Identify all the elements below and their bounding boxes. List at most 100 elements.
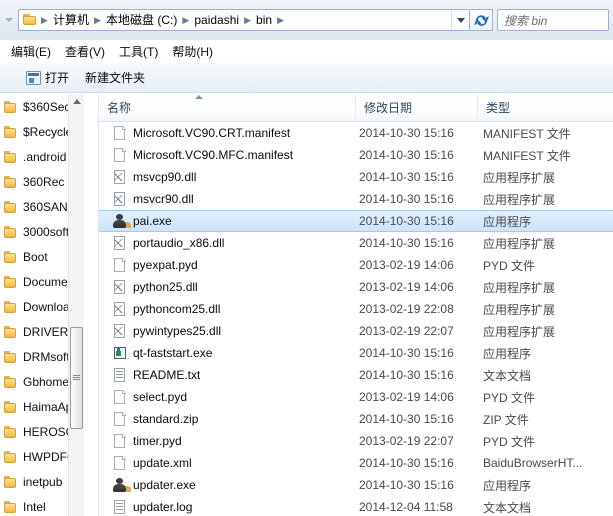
file-name-cell: pywintypes25.dll xyxy=(99,323,355,339)
file-date-cell: 2014-10-30 15:16 xyxy=(359,192,454,206)
exe-user-file-icon xyxy=(112,213,128,229)
file-row[interactable]: msvcr90.dll 2014-10-30 15:16 应用程序扩展 xyxy=(99,188,613,210)
folder-icon xyxy=(3,325,19,339)
file-date-cell: 2014-10-30 15:16 xyxy=(359,368,454,382)
dll-file-icon xyxy=(112,301,128,317)
breadcrumb-item-paidashi[interactable]: paidashi xyxy=(191,10,242,30)
menu-item-view[interactable]: 查看(V) xyxy=(59,41,113,62)
sidebar-scrollbar-thumb[interactable] xyxy=(70,327,83,429)
file-date-cell: 2014-10-30 15:16 xyxy=(359,236,454,250)
new-folder-button[interactable]: 新建文件夹 xyxy=(77,67,153,89)
folder-icon xyxy=(3,225,19,239)
file-row[interactable]: pyexpat.pyd 2013-02-19 14:06 PYD 文件 xyxy=(99,254,613,276)
dll-file-icon xyxy=(112,169,128,185)
folder-icon xyxy=(3,250,19,264)
folder-icon xyxy=(3,500,19,514)
breadcrumb: ▶ 计算机 ▶ 本地磁盘 (C:) ▶ paidashi ▶ bin ▶ xyxy=(19,10,451,30)
address-dropdown-button[interactable] xyxy=(451,10,469,30)
file-name-cell: updater.log xyxy=(99,499,355,515)
file-row[interactable]: pai.exe 2014-10-30 15:16 应用程序 xyxy=(99,210,613,232)
file-row[interactable]: updater.log 2014-12-04 11:58 文本文档 xyxy=(99,496,613,516)
file-row[interactable]: Microsoft.VC90.CRT.manifest 2014-10-30 15… xyxy=(99,122,613,144)
breadcrumb-separator: ▶ xyxy=(94,15,101,25)
file-date-cell: 2014-10-30 15:16 xyxy=(359,412,454,426)
breadcrumb-item-local-disk[interactable]: 本地磁盘 (C:) xyxy=(103,10,180,30)
open-button[interactable]: 打开 xyxy=(18,67,77,89)
folder-icon xyxy=(22,13,38,27)
column-header-name[interactable]: 名称 xyxy=(99,94,355,121)
sidebar-item-label: Intel xyxy=(23,499,46,514)
exe-user-file-icon xyxy=(112,477,128,493)
file-name-label: updater.exe xyxy=(133,478,196,492)
address-bar: ▶ 计算机 ▶ 本地磁盘 (C:) ▶ paidashi ▶ bin ▶ 搜索 … xyxy=(0,0,613,40)
doc-file-icon xyxy=(112,433,128,449)
file-date-cell: 2014-10-30 15:16 xyxy=(359,214,454,228)
sidebar-item-label: 360Rec xyxy=(23,174,65,189)
dll-file-icon xyxy=(112,279,128,295)
breadcrumb-item-bin[interactable]: bin xyxy=(253,10,275,30)
file-row[interactable]: portaudio_x86.dll 2014-10-30 15:16 应用程序扩展 xyxy=(99,232,613,254)
file-row[interactable]: timer.pyd 2013-02-19 22:07 PYD 文件 xyxy=(99,430,613,452)
file-row[interactable]: Microsoft.VC90.MFC.manifest 2014-10-30 15… xyxy=(99,144,613,166)
file-name-cell: select.pyd xyxy=(99,389,355,405)
dll-file-icon xyxy=(112,235,128,251)
folder-icon xyxy=(3,450,19,464)
file-date-cell: 2013-02-19 14:06 xyxy=(359,280,454,294)
sidebar-scrollbar[interactable] xyxy=(68,94,84,516)
folder-icon xyxy=(3,350,19,364)
file-row[interactable]: update.xml 2014-10-30 15:16 BaiduBrowserHT… xyxy=(99,452,613,474)
command-toolbar: 打开 新建文件夹 xyxy=(0,63,613,93)
menu-item-tools[interactable]: 工具(T) xyxy=(113,41,166,62)
exe-win-file-icon xyxy=(112,345,128,361)
file-row[interactable]: pywintypes25.dll 2013-02-19 22:07 应用程序扩展 xyxy=(99,320,613,342)
breadcrumb-separator: ▶ xyxy=(182,15,190,25)
file-row[interactable]: updater.exe 2014-10-30 15:16 应用程序 xyxy=(99,474,613,496)
menu-bar: 编辑(E) 查看(V) 工具(T) 帮助(H) xyxy=(0,40,613,63)
sidebar-item-label: inetpub xyxy=(23,474,63,489)
refresh-button[interactable] xyxy=(470,9,493,31)
file-name-label: update.xml xyxy=(133,456,192,470)
file-name-label: README.txt xyxy=(133,368,201,382)
open-file-icon xyxy=(26,70,41,85)
file-name-cell: README.txt xyxy=(99,367,355,383)
file-row[interactable]: standard.zip 2014-10-30 15:16 ZIP 文件 xyxy=(99,408,613,430)
new-folder-button-label: 新建文件夹 xyxy=(85,71,146,85)
navigation-pane: $360Section$Recycle.Bin.android360Rec360… xyxy=(0,94,98,516)
history-dropdown-icon[interactable] xyxy=(0,0,18,40)
file-name-cell: qt-faststart.exe xyxy=(99,345,355,361)
file-row[interactable]: msvcp90.dll 2014-10-30 15:16 应用程序扩展 xyxy=(99,166,613,188)
address-input[interactable]: ▶ 计算机 ▶ 本地磁盘 (C:) ▶ paidashi ▶ bin ▶ xyxy=(18,9,470,31)
file-date-cell: 2014-10-30 15:16 xyxy=(359,126,454,140)
file-name-label: Microsoft.VC90.CRT.manifest xyxy=(133,126,291,140)
scroll-up-button[interactable] xyxy=(69,94,84,108)
menu-item-help[interactable]: 帮助(H) xyxy=(166,41,221,62)
file-name-cell: pai.exe xyxy=(99,213,355,229)
folder-icon xyxy=(3,375,19,389)
chevron-down-icon xyxy=(456,17,465,23)
folder-icon xyxy=(3,175,19,189)
file-row[interactable]: python25.dll 2013-02-19 14:06 应用程序扩展 xyxy=(99,276,613,298)
file-name-label: standard.zip xyxy=(133,412,199,426)
folder-icon xyxy=(3,425,19,439)
file-name-cell: Microsoft.VC90.CRT.manifest xyxy=(99,125,355,141)
column-header-type[interactable]: 类型 xyxy=(477,94,591,121)
file-name-label: timer.pyd xyxy=(133,434,182,448)
menu-item-edit[interactable]: 编辑(E) xyxy=(5,41,59,62)
breadcrumb-separator: ▶ xyxy=(41,15,48,25)
column-header-date[interactable]: 修改日期 xyxy=(355,94,477,121)
txt-file-icon xyxy=(112,367,128,383)
breadcrumb-item-computer[interactable]: 计算机 xyxy=(50,10,92,30)
file-type-cell: 应用程序扩展 xyxy=(483,236,556,251)
file-date-cell: 2013-02-19 22:07 xyxy=(359,324,454,338)
file-type-cell: 文本文档 xyxy=(483,500,532,515)
file-date-cell: 2013-02-19 22:08 xyxy=(359,302,454,316)
file-name-cell: timer.pyd xyxy=(99,433,355,449)
file-row[interactable]: select.pyd 2013-02-19 14:06 PYD 文件 xyxy=(99,386,613,408)
doc-file-icon xyxy=(112,389,128,405)
file-name-label: pai.exe xyxy=(133,214,172,228)
history-triangle-icon xyxy=(5,18,13,22)
search-input[interactable]: 搜索 bin xyxy=(497,9,609,31)
file-row[interactable]: README.txt 2014-10-30 15:16 文本文档 xyxy=(99,364,613,386)
file-row[interactable]: qt-faststart.exe 2014-10-30 15:16 应用程序 xyxy=(99,342,613,364)
file-row[interactable]: pythoncom25.dll 2013-02-19 22:08 应用程序扩展 xyxy=(99,298,613,320)
